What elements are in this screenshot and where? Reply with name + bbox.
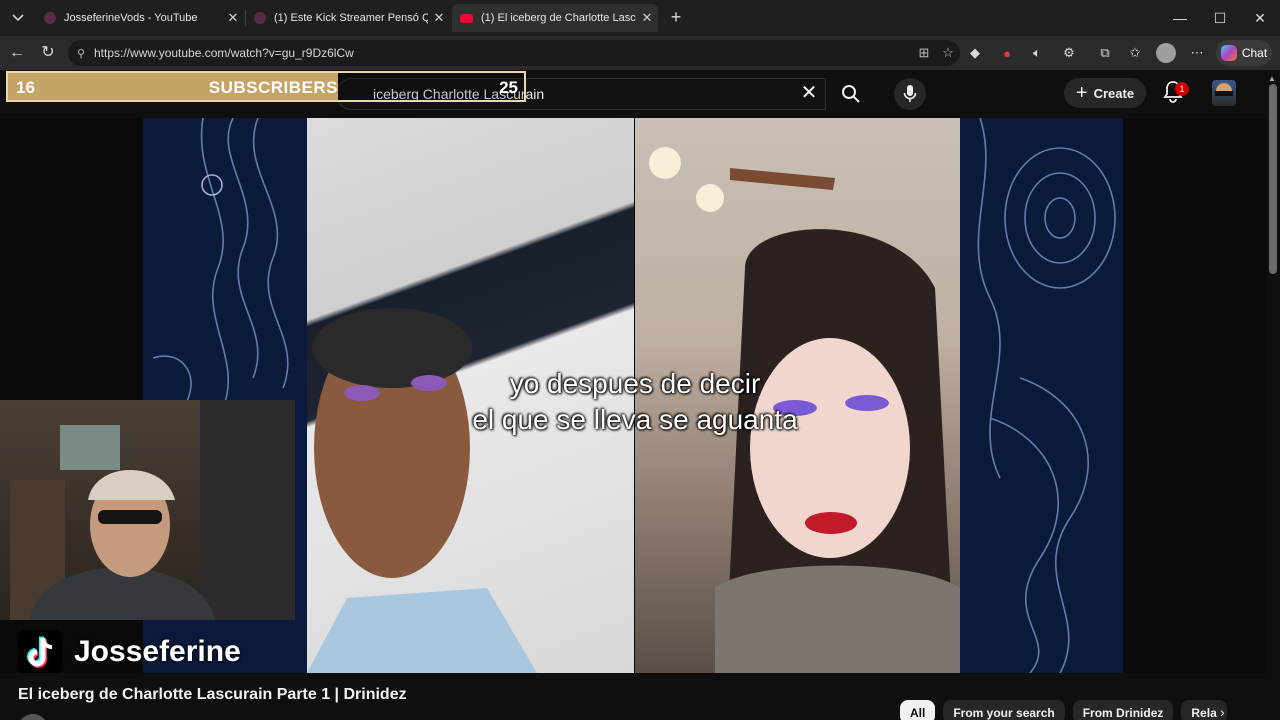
scrollbar-thumb[interactable] — [1269, 84, 1277, 274]
tab-title: (1) El iceberg de Charlotte Lascura — [481, 12, 636, 24]
favorite-star-icon[interactable]: ☆ — [936, 45, 960, 61]
site-info-icon[interactable]: ⚲ — [68, 47, 94, 60]
create-label: Create — [1093, 85, 1135, 101]
video-title: El iceberg de Charlotte Lascurain Parte … — [18, 686, 407, 703]
speaker-icon[interactable]: 🔈︎ — [1026, 42, 1048, 64]
voice-search-button[interactable] — [894, 78, 926, 110]
split-screen-icon[interactable]: ⧉ — [1094, 42, 1116, 64]
streamer-name: Josseferine — [74, 635, 241, 668]
streamer-webcam — [0, 400, 295, 620]
reload-icon[interactable]: ↻ — [36, 41, 60, 65]
tab-favicon-icon — [254, 12, 266, 24]
channel-avatar[interactable] — [18, 714, 48, 720]
chip-from-your-search[interactable]: From your search — [943, 700, 1065, 720]
tiktok-branding: Josseferine — [18, 630, 241, 673]
subscriber-goal-bar: 16 SUBSCRIBERS 25 — [6, 71, 526, 102]
tab-close-icon[interactable]: ✕ — [636, 10, 658, 26]
url-text[interactable]: https://www.youtube.com/watch?v=gu_r9Dz6… — [94, 46, 912, 60]
video-caption: yo despues de decir el que se lleva se a… — [430, 366, 840, 438]
microphone-icon — [903, 85, 917, 102]
chat-label: Chat — [1241, 46, 1268, 60]
search-icon — [842, 85, 860, 103]
browser-tab-active[interactable]: (1) El iceberg de Charlotte Lascura ✕ — [452, 4, 658, 32]
related-filter-chips: All From your search From Drinidez Rela — [900, 700, 1232, 720]
copilot-chat-button[interactable]: Chat — [1216, 40, 1272, 66]
notification-badge: 1 — [1175, 82, 1189, 96]
copilot-icon — [1220, 45, 1237, 61]
subscriber-current-count: 16 — [16, 78, 35, 97]
subscriber-progress-fill: 16 SUBSCRIBERS — [8, 73, 338, 100]
app-available-icon[interactable]: ⊞ — [912, 45, 936, 61]
maximize-icon[interactable]: ☐ — [1205, 6, 1235, 30]
profile-avatar[interactable] — [1156, 43, 1176, 63]
tab-list-chevron-icon[interactable] — [6, 6, 30, 30]
back-arrow-icon[interactable]: ← — [5, 41, 29, 65]
create-button[interactable]: + Create — [1064, 78, 1146, 108]
account-avatar[interactable] — [1212, 80, 1236, 106]
subscriber-goal-count: 25 — [499, 78, 518, 97]
page-scrollbar[interactable]: ▲ — [1266, 70, 1280, 720]
caption-line-1: yo despues de decir — [509, 368, 761, 399]
tiktok-icon — [18, 630, 62, 673]
extension-diamond-icon[interactable]: ◆ — [964, 42, 986, 64]
new-tab-plus-icon[interactable]: + — [664, 6, 688, 30]
chip-all[interactable]: All — [900, 700, 936, 720]
subscriber-label: SUBSCRIBERS — [208, 78, 338, 97]
video-player[interactable]: yo despues de decir el que se lleva se a… — [0, 118, 1266, 673]
scroll-up-arrow-icon[interactable]: ▲ — [1268, 74, 1276, 83]
browser-tab-1[interactable]: JosseferineVods - YouTube ✕ — [36, 4, 244, 32]
favorites-icon[interactable]: ✩ — [1124, 42, 1146, 64]
clear-search-icon[interactable]: ✕ — [798, 82, 820, 104]
tab-close-icon[interactable]: ✕ — [222, 10, 244, 26]
browser-tab-2[interactable]: (1) Este Kick Streamer Pensó Que l ✕ — [246, 4, 450, 32]
topographic-background-right — [960, 118, 1123, 673]
search-button[interactable] — [836, 78, 866, 110]
extensions-puzzle-icon[interactable]: ⚙ — [1058, 42, 1080, 64]
subscriber-progress-remaining: 25 — [338, 73, 524, 100]
tab-favicon-icon — [44, 12, 56, 24]
tab-title: JosseferineVods - YouTube — [64, 12, 198, 24]
address-bar[interactable]: ⚲ https://www.youtube.com/watch?v=gu_r9D… — [68, 40, 960, 66]
minimize-icon[interactable]: — — [1165, 6, 1195, 30]
plus-icon: + — [1075, 82, 1088, 104]
tab-title: (1) Este Kick Streamer Pensó Que l — [274, 12, 428, 24]
tab-close-icon[interactable]: ✕ — [428, 10, 450, 26]
browser-toolbar: ← ↻ ⚲ https://www.youtube.com/watch?v=gu… — [0, 36, 1280, 70]
browser-tab-strip: JosseferineVods - YouTube ✕ (1) Este Kic… — [0, 0, 1280, 36]
close-window-icon[interactable]: ✕ — [1245, 6, 1275, 30]
youtube-favicon-icon — [460, 13, 473, 23]
caption-line-2: el que se lleva se aguanta — [472, 404, 798, 435]
more-menu-icon[interactable]: ⋯ — [1186, 42, 1208, 64]
chip-from-drinidez[interactable]: From Drinidez — [1072, 700, 1174, 720]
chips-next-chevron-icon[interactable]: › — [1220, 704, 1236, 720]
extension-red-icon[interactable]: ● — [996, 42, 1018, 64]
